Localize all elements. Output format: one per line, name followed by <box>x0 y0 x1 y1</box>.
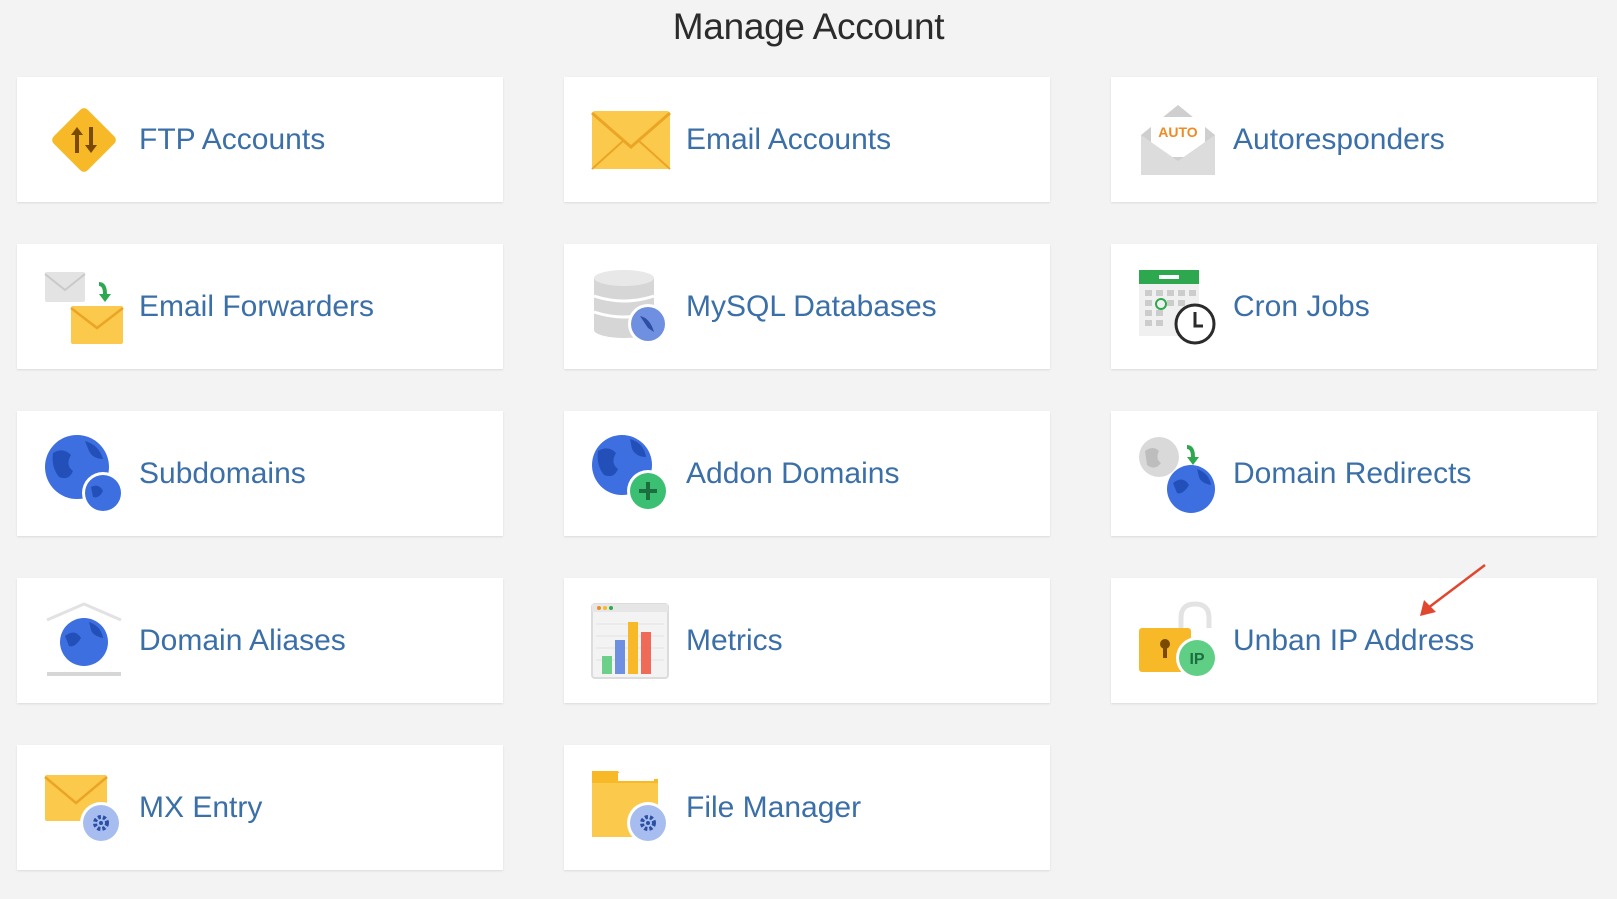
ftp-arrows-icon <box>43 99 125 181</box>
tile-mx-entry[interactable]: MX Entry <box>17 745 503 870</box>
calendar-clock-icon <box>1137 266 1219 348</box>
ip-badge-text: IP <box>1189 651 1204 668</box>
envelope-icon <box>590 99 672 181</box>
tile-label: Autoresponders <box>1233 122 1445 156</box>
tile-label: Domain Aliases <box>139 623 346 657</box>
tile-label: Metrics <box>686 623 783 657</box>
annotation-arrow <box>1420 564 1486 616</box>
globe-redirect-icon <box>1137 433 1219 515</box>
envelope-gear-icon <box>43 767 125 849</box>
tile-label: Subdomains <box>139 456 306 490</box>
tile-label: Email Forwarders <box>139 289 375 323</box>
globe-house-icon <box>43 600 125 682</box>
tile-label: Email Accounts <box>686 122 892 156</box>
tile-label: Cron Jobs <box>1233 289 1370 323</box>
tile-email-accounts[interactable]: Email Accounts <box>564 77 1050 202</box>
tile-label: Addon Domains <box>686 456 900 490</box>
database-icon <box>590 266 672 348</box>
auto-envelope-icon: AUTO <box>1137 99 1219 181</box>
tile-autoresponders[interactable]: AUTO Autoresponders <box>1111 77 1597 202</box>
tile-subdomains[interactable]: Subdomains <box>17 411 503 536</box>
folder-gear-icon <box>590 767 672 849</box>
globe-pair-icon <box>43 433 125 515</box>
bar-chart-icon <box>590 600 672 682</box>
tile-label: Unban IP Address <box>1233 623 1475 657</box>
tile-addon-domains[interactable]: Addon Domains <box>564 411 1050 536</box>
tile-cron-jobs[interactable]: Cron Jobs <box>1111 244 1597 369</box>
tile-mysql-databases[interactable]: MySQL Databases <box>564 244 1050 369</box>
unlock-ip-icon: IP <box>1137 600 1219 682</box>
tile-label: File Manager <box>686 790 862 824</box>
tile-label: Domain Redirects <box>1233 456 1472 490</box>
tile-ftp-accounts[interactable]: FTP Accounts <box>17 77 503 202</box>
tile-label: MySQL Databases <box>686 289 937 323</box>
auto-badge-text: AUTO <box>1158 124 1198 140</box>
tile-domain-aliases[interactable]: Domain Aliases <box>17 578 503 703</box>
tile-label: MX Entry <box>139 790 263 824</box>
tile-unban-ip-address[interactable]: IP Unban IP Address <box>1111 578 1597 703</box>
tile-email-forwarders[interactable]: Email Forwarders <box>17 244 503 369</box>
page-title: Manage Account <box>672 6 945 47</box>
tile-grid: FTP Accounts Email Accounts AUTO Autores… <box>17 77 1597 870</box>
tile-file-manager[interactable]: File Manager <box>564 745 1050 870</box>
globe-add-icon <box>590 433 672 515</box>
forward-envelope-icon <box>43 266 125 348</box>
tile-label: FTP Accounts <box>139 122 326 156</box>
tile-metrics[interactable]: Metrics <box>564 578 1050 703</box>
tile-domain-redirects[interactable]: Domain Redirects <box>1111 411 1597 536</box>
